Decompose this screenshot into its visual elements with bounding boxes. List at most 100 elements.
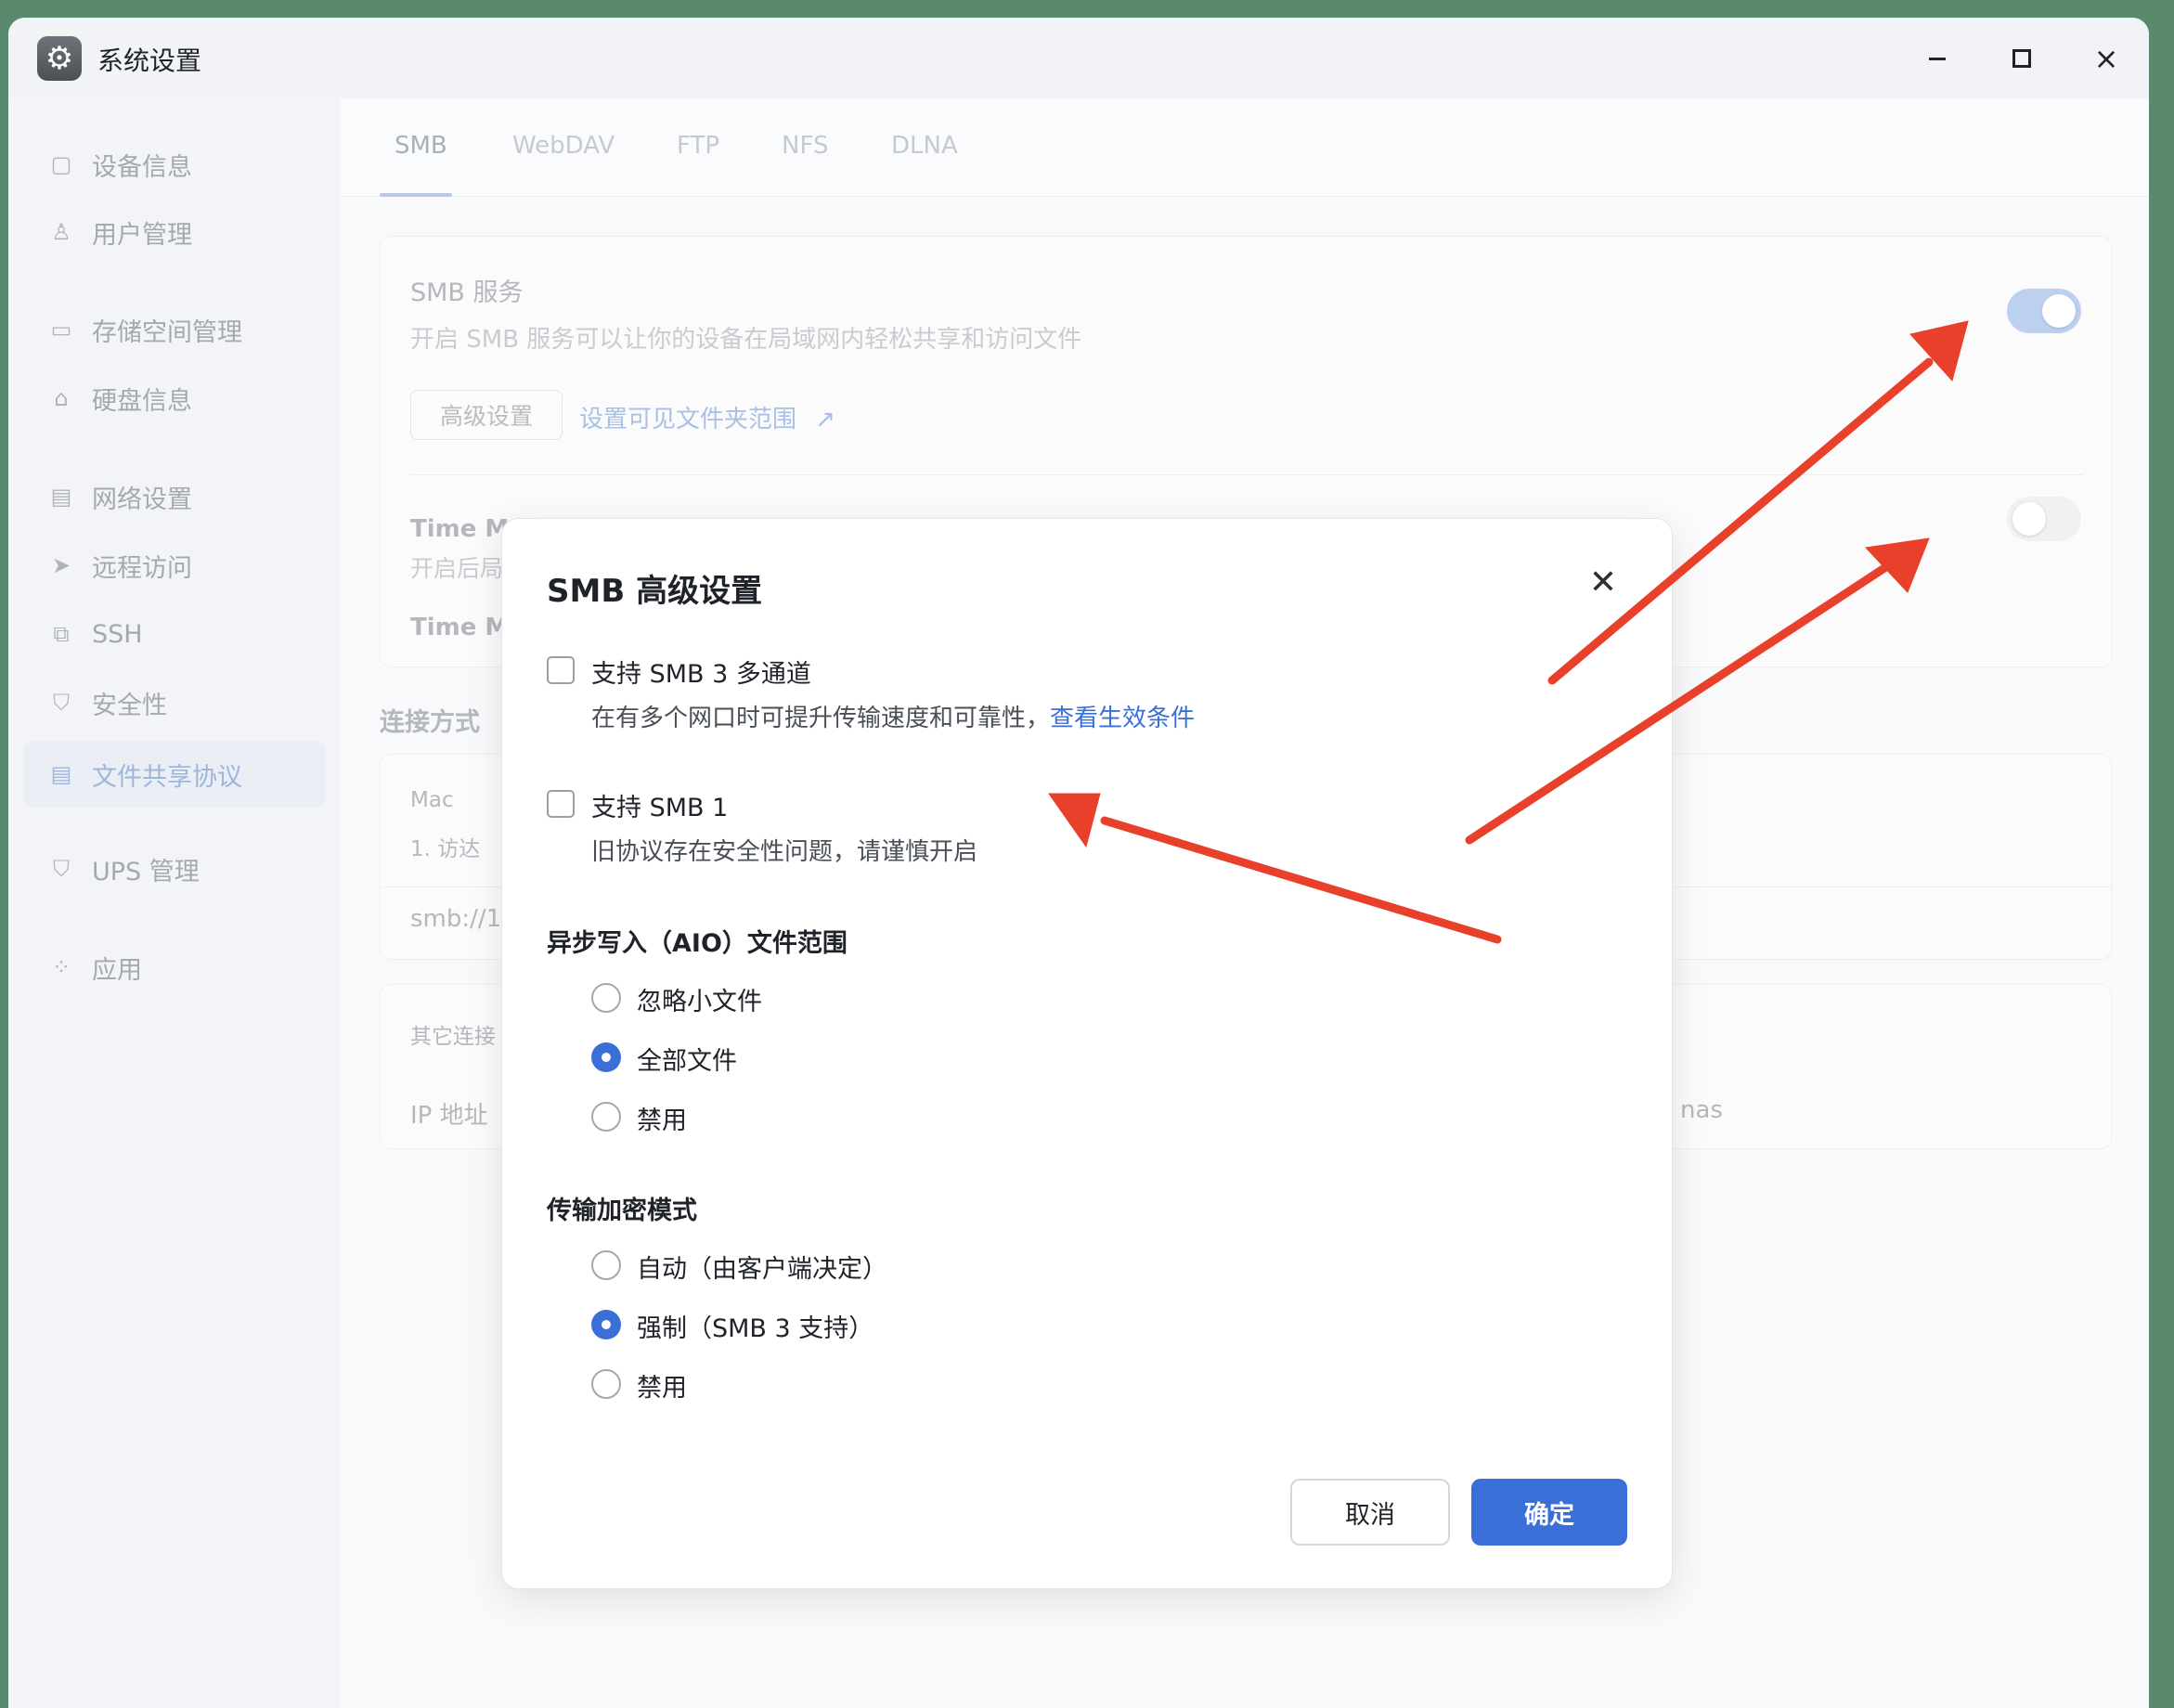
- sidebar-item-label: 应用: [92, 955, 142, 985]
- sidebar-item-label: 硬盘信息: [92, 386, 192, 416]
- tab-nfs[interactable]: NFS: [782, 132, 828, 160]
- view-conditions-link[interactable]: 查看生效条件: [1050, 705, 1195, 732]
- sidebar-item-label: 网络设置: [92, 485, 192, 514]
- tab-dlna[interactable]: DLNA: [891, 132, 958, 160]
- minimize-button[interactable]: [1919, 40, 1956, 77]
- file-share-icon: ▤: [50, 761, 72, 787]
- other-connection-label: 其它连接: [410, 1025, 496, 1049]
- close-icon: ✕: [1588, 563, 1618, 602]
- time-machine-desc: 开启后局: [410, 555, 504, 582]
- tab-ftp[interactable]: FTP: [677, 132, 719, 160]
- tab-webdav[interactable]: WebDAV: [512, 132, 615, 160]
- time-machine-sub: Time M: [410, 614, 510, 641]
- smb1-desc: 旧协议存在安全性问题，请谨慎开启: [591, 838, 978, 866]
- toggle-knob: [2042, 294, 2076, 328]
- aio-option-label: 全部文件: [637, 1047, 737, 1076]
- divider: [410, 474, 2083, 475]
- visible-folders-link[interactable]: 设置可见文件夹范围 ↗: [579, 400, 835, 434]
- multichannel-checkbox[interactable]: [547, 656, 575, 684]
- network-icon: ▤: [50, 484, 72, 510]
- encryption-radio-auto[interactable]: [591, 1250, 621, 1280]
- encryption-section-label: 传输加密模式: [547, 1197, 697, 1225]
- sidebar-item-label: 存储空间管理: [92, 317, 242, 347]
- smb-service-title: SMB 服务: [410, 278, 524, 307]
- sidebar-item-label: 用户管理: [92, 220, 192, 250]
- window-title: 系统设置: [97, 45, 202, 76]
- sidebar-item-ssh[interactable]: ⧉ SSH: [23, 601, 326, 667]
- encryption-option-label: 强制（SMB 3 支持）: [637, 1314, 874, 1343]
- dialog-close-button[interactable]: ✕: [1585, 563, 1622, 602]
- sidebar-item-network[interactable]: ▤ 网络设置: [23, 463, 326, 530]
- user-icon: ♙: [51, 219, 71, 245]
- close-window-button[interactable]: ×: [2088, 40, 2125, 77]
- sidebar-item-ups[interactable]: ⛉ UPS 管理: [23, 835, 326, 902]
- sidebar-item-label: 远程访问: [92, 553, 192, 583]
- smb-advanced-dialog: SMB 高级设置 ✕ 支持 SMB 3 多通道 在有多个网口时可提升传输速度和可…: [501, 518, 1673, 1589]
- smb-url[interactable]: smb://1: [410, 905, 501, 933]
- ups-icon: ⛉: [53, 856, 70, 882]
- sidebar-item-storage[interactable]: ▭ 存储空间管理: [23, 296, 326, 363]
- smb-service-toggle[interactable]: [2007, 289, 2081, 333]
- aio-section-label: 异步写入（AIO）文件范围: [547, 929, 848, 958]
- connection-section-label: 连接方式: [380, 708, 480, 737]
- aio-radio-disabled[interactable]: [591, 1102, 621, 1132]
- dialog-title: SMB 高级设置: [547, 573, 763, 610]
- sidebar-item-label: SSH: [92, 619, 143, 649]
- maximize-icon: [2012, 49, 2031, 68]
- sidebar-item-users[interactable]: ♙ 用户管理: [23, 199, 326, 265]
- toggle-knob: [2012, 502, 2046, 536]
- storage-icon: ▭: [50, 317, 72, 343]
- minimize-icon: [1929, 57, 1946, 60]
- encryption-option-label: 自动（由客户端决定）: [637, 1255, 887, 1284]
- close-icon: ×: [2093, 41, 2119, 76]
- sidebar-item-device-info[interactable]: ▢ 设备信息: [23, 131, 326, 198]
- aio-option-label: 忽略小文件: [637, 988, 762, 1016]
- multichannel-label: 支持 SMB 3 多通道: [591, 660, 811, 689]
- sidebar-item-file-share[interactable]: ▤ 文件共享协议: [23, 741, 326, 808]
- aio-radio-all-files[interactable]: [591, 1042, 621, 1072]
- smb1-label: 支持 SMB 1: [591, 794, 729, 822]
- aio-radio-ignore-small[interactable]: [591, 983, 621, 1013]
- sidebar-item-apps[interactable]: ⁘ 应用: [23, 934, 326, 1001]
- confirm-button[interactable]: 确定: [1471, 1479, 1627, 1546]
- multichannel-desc: 在有多个网口时可提升传输速度和可靠性，查看生效条件: [591, 699, 1195, 733]
- sidebar: ▢ 设备信息 ♙ 用户管理 ▭ 存储空间管理 ⌂ 硬盘信息 ▤ 网络设置 ➤ 远…: [8, 98, 341, 1708]
- sidebar-item-remote[interactable]: ➤ 远程访问: [23, 532, 326, 599]
- visible-folders-link-label: 设置可见文件夹范围: [579, 406, 797, 433]
- settings-window: ⚙ 系统设置 × ▢ 设备信息 ♙ 用户管理 ▭ 存储空间管理 ⌂ 硬盘信息 ▤…: [8, 18, 2149, 1708]
- ip-address-label: IP 地址: [410, 1102, 488, 1130]
- mac-step: 1. 访达: [410, 837, 481, 861]
- encryption-option-label: 禁用: [637, 1374, 687, 1403]
- disk-icon: ⌂: [54, 385, 69, 411]
- cancel-button[interactable]: 取消: [1290, 1479, 1450, 1546]
- sidebar-item-disks[interactable]: ⌂ 硬盘信息: [23, 365, 326, 432]
- encryption-radio-disabled[interactable]: [591, 1369, 621, 1399]
- advanced-settings-button[interactable]: 高级设置: [410, 390, 563, 440]
- maximize-button[interactable]: [2003, 40, 2040, 77]
- active-tab-indicator: [380, 193, 452, 197]
- sidebar-item-label: UPS 管理: [92, 857, 200, 886]
- smb-service-desc: 开启 SMB 服务可以让你的设备在局域网内轻松共享和访问文件: [410, 326, 1082, 354]
- shield-icon: ⛉: [53, 690, 70, 716]
- remote-icon: ➤: [51, 552, 71, 578]
- title-bar: ⚙ 系统设置 ×: [8, 18, 2149, 98]
- sidebar-item-security[interactable]: ⛉ 安全性: [23, 669, 326, 736]
- gear-icon: ⚙: [37, 36, 82, 81]
- ssh-icon: ⧉: [53, 621, 70, 647]
- apps-icon: ⁘: [51, 954, 71, 980]
- sidebar-item-label: 安全性: [92, 691, 167, 720]
- tab-smb[interactable]: SMB: [395, 132, 447, 160]
- smb1-checkbox[interactable]: [547, 790, 575, 818]
- external-link-icon: ↗: [815, 406, 836, 433]
- time-machine-toggle[interactable]: [2007, 497, 2081, 541]
- aio-option-label: 禁用: [637, 1106, 687, 1135]
- sidebar-item-label: 文件共享协议: [92, 762, 242, 792]
- protocol-tabs: SMB WebDAV FTP NFS DLNA: [341, 98, 2149, 197]
- time-machine-title: Time M: [410, 515, 510, 543]
- device-icon: ▢: [50, 151, 72, 177]
- sidebar-item-label: 设备信息: [92, 152, 192, 182]
- encryption-radio-forced[interactable]: [591, 1310, 621, 1339]
- hostname-value: nas: [1680, 1096, 1723, 1124]
- multichannel-desc-text: 在有多个网口时可提升传输速度和可靠性，: [591, 705, 1051, 732]
- mac-label: Mac: [410, 788, 454, 812]
